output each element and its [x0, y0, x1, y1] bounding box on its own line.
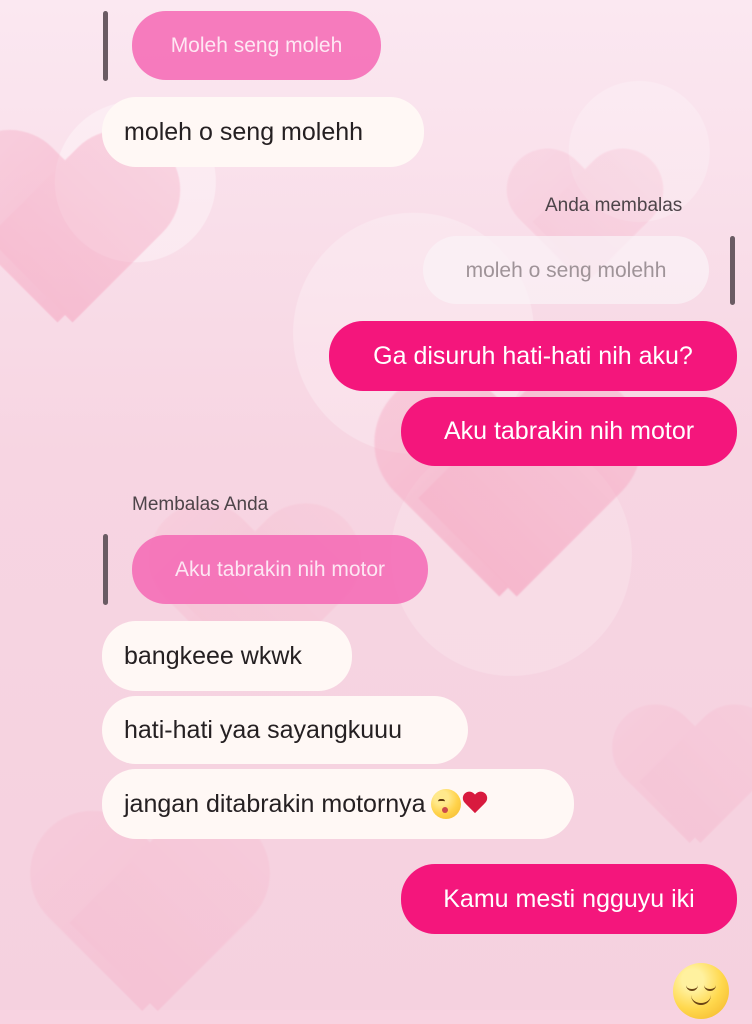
incoming-message-text: moleh o seng molehh [124, 117, 364, 146]
quoted-message-bubble[interactable]: moleh o seng molehh [423, 236, 709, 304]
red-heart-icon [462, 792, 488, 816]
incoming-message-bubble[interactable]: bangkeee wkwk [102, 621, 352, 691]
outgoing-message-text: Aku tabrakin nih motor [443, 417, 695, 445]
quoted-message-text: moleh o seng molehh [465, 258, 667, 282]
message-emoji-group [430, 789, 488, 819]
background-heart-icon [33, 816, 267, 1024]
incoming-message-bubble[interactable]: hati-hati yaa sayangkuuu [102, 696, 468, 764]
background-heart-icon [614, 708, 752, 852]
reply-indicator-bar [103, 534, 108, 605]
reply-indicator-bar [730, 236, 735, 305]
quoted-message-bubble[interactable]: Aku tabrakin nih motor [132, 535, 428, 604]
relieved-face-emoji-icon [673, 963, 729, 1019]
outgoing-message-text: Ga disuruh hati-hati nih aku? [373, 341, 693, 370]
quoted-message-text: Moleh seng moleh [170, 34, 343, 57]
quoted-message-text: Aku tabrakin nih motor [174, 558, 386, 581]
incoming-message-bubble[interactable]: jangan ditabrakin motornya [102, 769, 574, 839]
reply-context-label: Membalas Anda [132, 494, 269, 515]
kiss-emoji-icon [430, 789, 461, 819]
outgoing-message-bubble[interactable]: Ga disuruh hati-hati nih aku? [329, 321, 737, 391]
relieved-face-mouth [691, 995, 711, 1005]
outgoing-message-bubble[interactable]: Kamu mesti ngguyu iki [401, 864, 737, 934]
quoted-message-bubble[interactable]: Moleh seng moleh [132, 11, 381, 80]
reply-indicator-bar [103, 11, 108, 81]
reply-context-label: Anda membalas [545, 195, 683, 216]
incoming-message-bubble[interactable]: moleh o seng molehh [102, 97, 424, 167]
outgoing-message-text: Kamu mesti ngguyu iki [443, 884, 695, 913]
incoming-message-text: hati-hati yaa sayangkuuu [124, 715, 402, 744]
incoming-message-text: jangan ditabrakin motornya [124, 789, 426, 818]
outgoing-message-bubble[interactable]: Aku tabrakin nih motor [401, 397, 737, 466]
incoming-message-text: bangkeee wkwk [124, 641, 302, 670]
